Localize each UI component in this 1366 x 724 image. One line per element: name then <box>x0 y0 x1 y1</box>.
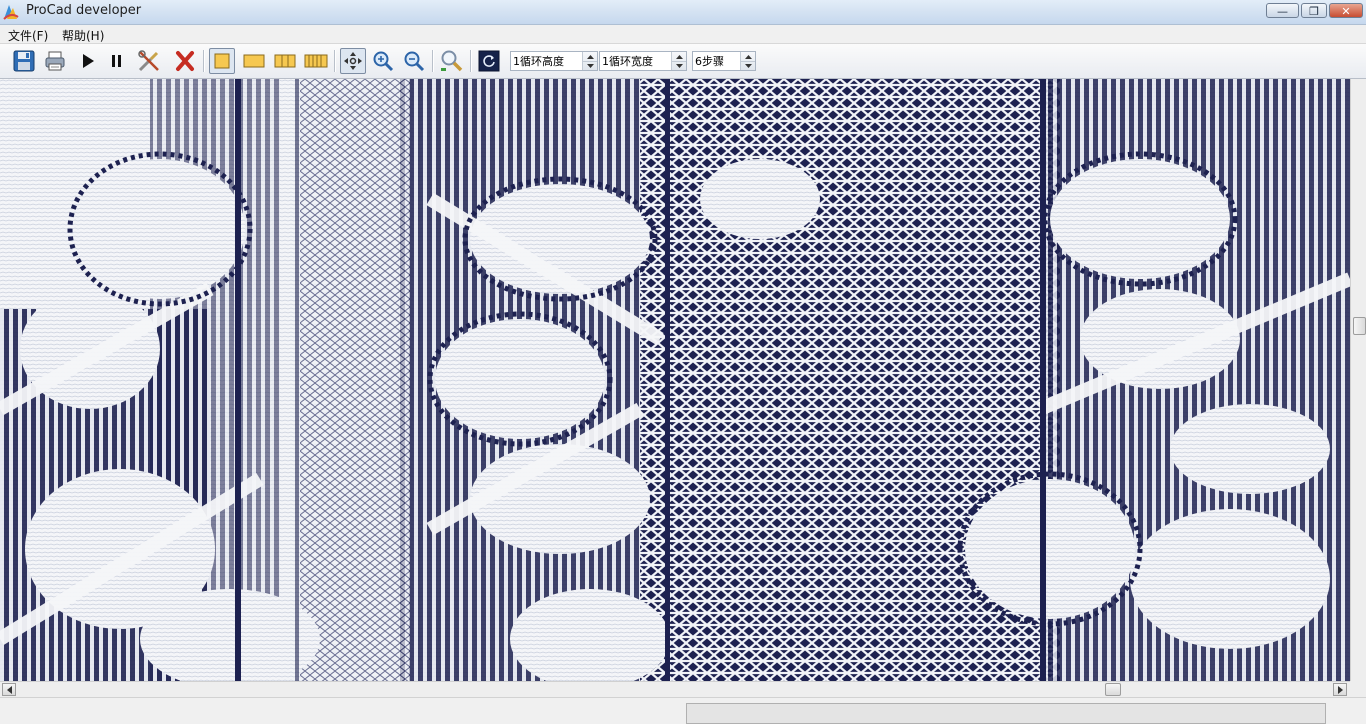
refresh-icon <box>478 50 500 72</box>
menu-file[interactable]: 文件(F) <box>8 27 48 44</box>
pause-icon <box>112 55 121 67</box>
chevron-down-icon <box>744 63 752 68</box>
toolbar <box>0 44 1366 79</box>
view-double-button[interactable] <box>272 48 298 74</box>
save-button[interactable] <box>11 48 37 74</box>
status-progress-panel <box>686 703 1326 724</box>
horizontal-scrollbar[interactable] <box>0 681 1350 697</box>
view-multi-button[interactable] <box>303 48 329 74</box>
steps-spinbox[interactable] <box>692 51 756 71</box>
menu-bar: 文件(F) 帮助(H) <box>0 25 1366 44</box>
chevron-down-icon <box>675 63 683 68</box>
steps-field[interactable] <box>695 53 737 69</box>
zoom-in-icon <box>373 51 394 72</box>
chevron-up-icon <box>675 54 683 59</box>
chevron-down-icon <box>586 63 594 68</box>
zoom-out-icon <box>404 51 425 72</box>
toolbar-separator <box>470 50 472 72</box>
loop-height-arrows[interactable] <box>582 52 597 70</box>
toolbar-separator <box>334 50 336 72</box>
loop-width-spinbox[interactable] <box>599 51 687 71</box>
scrollbar-corner <box>1350 681 1366 697</box>
steps-arrows[interactable] <box>740 52 755 70</box>
tools-icon <box>138 50 159 72</box>
lace-pattern-drawing <box>0 79 1350 681</box>
loop-height-spinbox[interactable] <box>510 51 598 71</box>
title-bar: ProCad developer — ❐ ✕ <box>0 0 1366 25</box>
zoom-fit-button[interactable] <box>438 48 464 74</box>
view-single-button[interactable] <box>209 48 235 74</box>
toolbar-separator <box>203 50 205 72</box>
print-button[interactable] <box>42 48 68 74</box>
restore-button[interactable]: ❐ <box>1301 3 1327 18</box>
loop-height-field[interactable] <box>513 53 579 69</box>
menu-help[interactable]: 帮助(H) <box>62 27 104 44</box>
restore-icon: ❐ <box>1309 5 1319 18</box>
refresh-button[interactable] <box>476 48 502 74</box>
lace-canvas[interactable] <box>0 79 1350 681</box>
tools-button[interactable] <box>136 48 162 74</box>
loop-width-arrows[interactable] <box>671 52 686 70</box>
delete-button[interactable] <box>172 48 198 74</box>
chevron-right-icon <box>1337 685 1343 694</box>
close-button[interactable]: ✕ <box>1329 3 1363 18</box>
loop-height-down-button[interactable] <box>583 61 597 70</box>
scroll-left-button[interactable] <box>2 683 16 696</box>
chevron-up-icon <box>586 54 594 59</box>
chevron-left-icon <box>6 685 12 694</box>
minimize-button[interactable]: — <box>1266 3 1299 18</box>
toolbar-separator <box>432 50 434 72</box>
pan-button[interactable] <box>340 48 366 74</box>
horizontal-scrollbar-thumb[interactable] <box>1105 683 1121 696</box>
play-button[interactable] <box>75 48 101 74</box>
chevron-up-icon <box>744 54 752 59</box>
vertical-scrollbar[interactable] <box>1350 79 1366 681</box>
window-title: ProCad developer <box>26 3 142 18</box>
view-multi-icon <box>304 54 328 68</box>
delete-icon <box>176 51 194 71</box>
view-wide-icon <box>243 54 265 68</box>
loop-width-down-button[interactable] <box>672 61 686 70</box>
status-bar <box>0 697 1366 724</box>
zoom-fit-icon <box>441 50 463 72</box>
play-icon <box>83 54 94 68</box>
zoom-in-button[interactable] <box>370 48 396 74</box>
scroll-right-button[interactable] <box>1333 683 1347 696</box>
view-double-icon <box>274 54 296 68</box>
steps-down-button[interactable] <box>741 61 755 70</box>
save-icon <box>13 50 35 72</box>
vertical-scrollbar-thumb[interactable] <box>1353 317 1366 335</box>
view-wide-button[interactable] <box>241 48 267 74</box>
view-single-icon <box>214 53 230 69</box>
print-icon <box>45 51 65 71</box>
close-icon: ✕ <box>1341 5 1351 18</box>
pan-icon <box>344 52 362 70</box>
app-logo-icon <box>3 5 19 20</box>
loop-width-field[interactable] <box>602 53 668 69</box>
pause-button[interactable] <box>104 48 130 74</box>
minimize-icon: — <box>1277 5 1288 18</box>
zoom-out-button[interactable] <box>401 48 427 74</box>
